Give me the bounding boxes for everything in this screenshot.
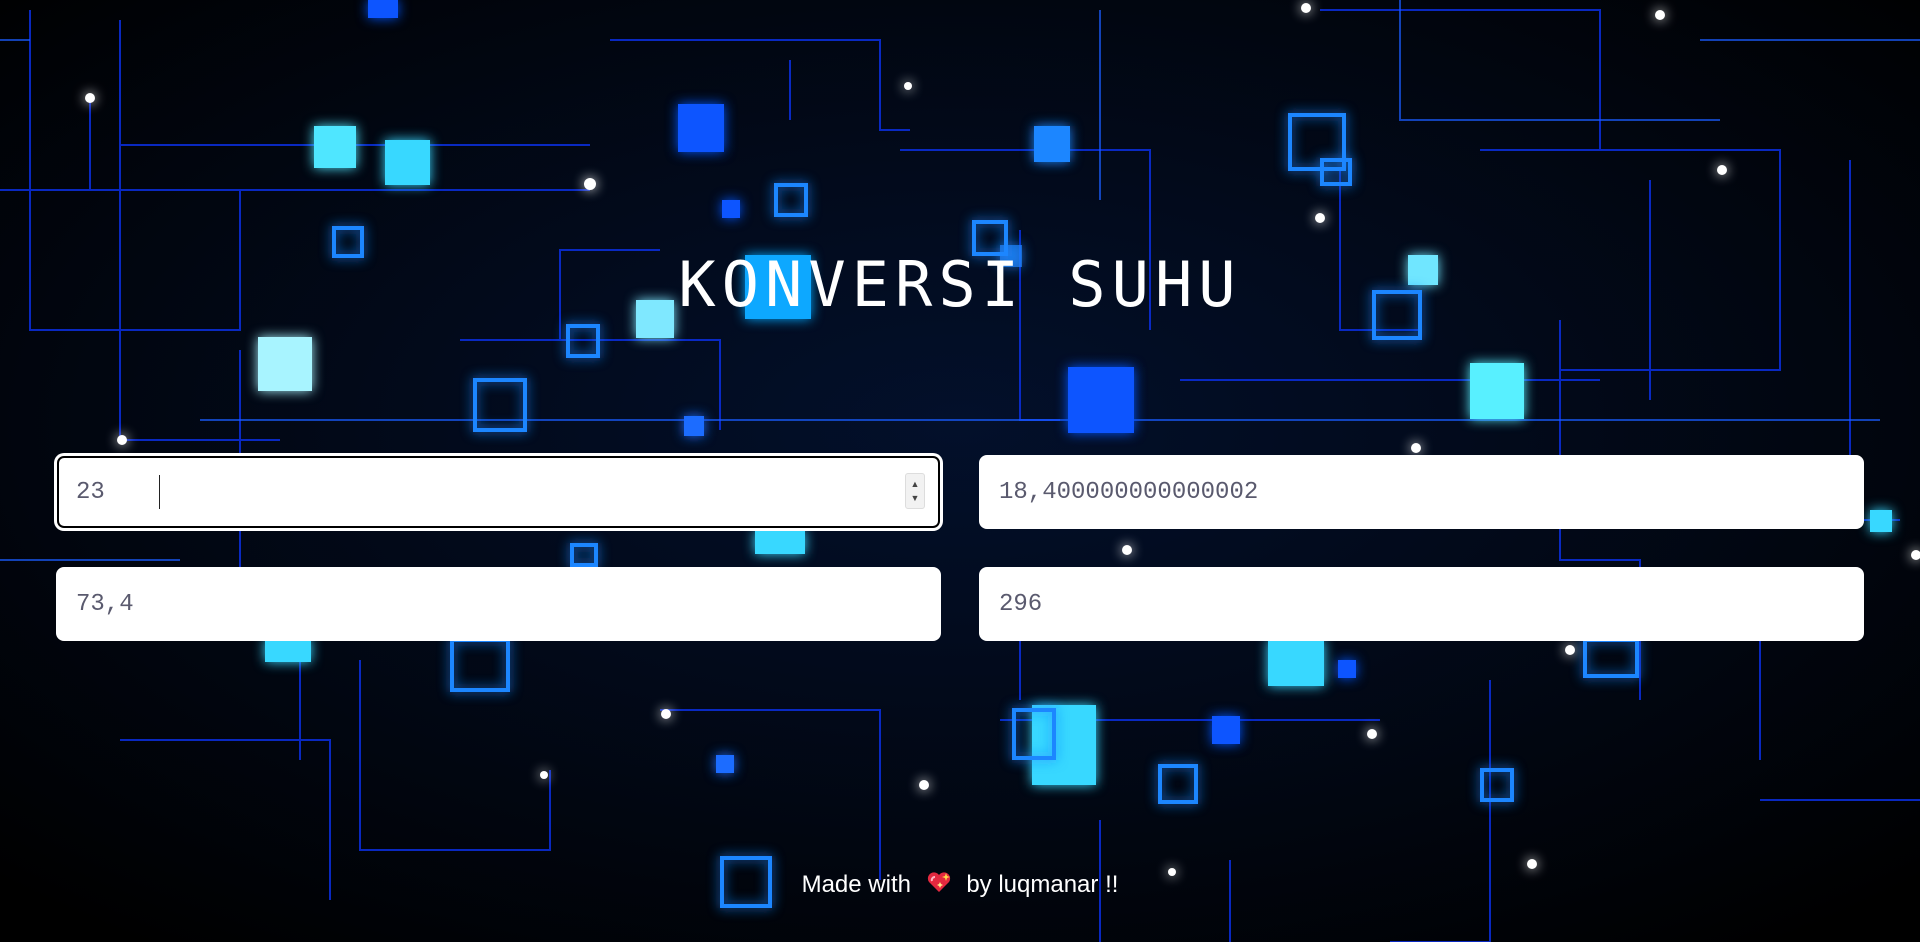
- text-caret: [159, 475, 160, 509]
- footer: Made with by luqmanar !!: [0, 870, 1920, 901]
- footer-made-with: Made with: [801, 870, 911, 898]
- reamur-input[interactable]: [979, 455, 1864, 529]
- page: KONVERSI SUHU ▲ ▼ Made with by luqmanar …: [0, 0, 1920, 942]
- celsius-input[interactable]: [56, 455, 941, 529]
- spin-down-icon[interactable]: ▼: [911, 491, 920, 505]
- page-title: KONVERSI SUHU: [678, 248, 1242, 321]
- sparkling-heart-icon: [926, 870, 952, 901]
- reamur-field[interactable]: [979, 455, 1864, 529]
- fahrenheit-input[interactable]: [56, 567, 941, 641]
- number-spinner[interactable]: ▲ ▼: [905, 473, 925, 509]
- spin-up-icon[interactable]: ▲: [911, 477, 920, 491]
- kelvin-field[interactable]: [979, 567, 1864, 641]
- kelvin-input[interactable]: [979, 567, 1864, 641]
- footer-author: by luqmanar !!: [966, 870, 1119, 898]
- celsius-field[interactable]: ▲ ▼: [56, 455, 941, 529]
- fahrenheit-field[interactable]: [56, 567, 941, 641]
